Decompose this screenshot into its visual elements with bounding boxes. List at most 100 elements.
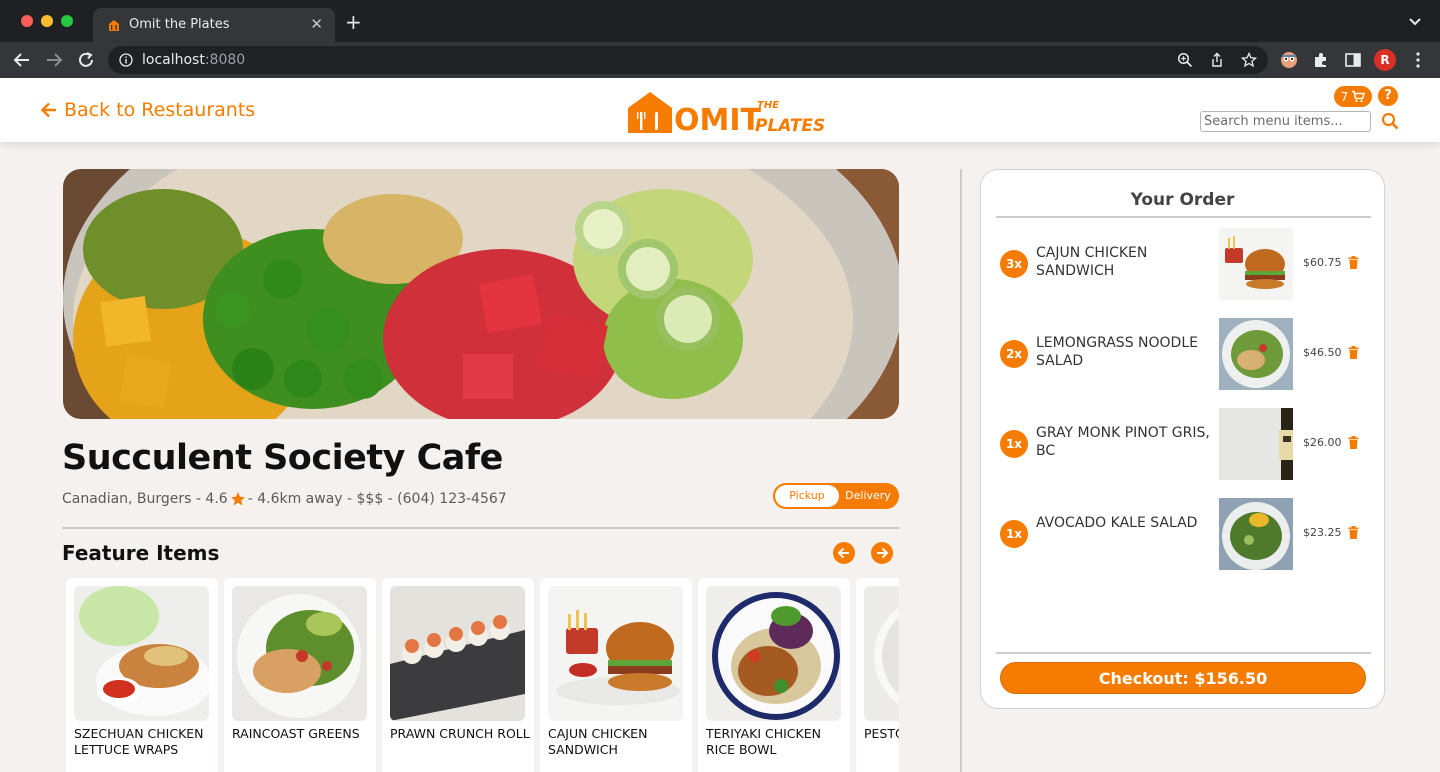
restaurant-meta: Canadian, Burgers - 4.6 - 4.6km away - $…: [62, 491, 507, 507]
trash-icon[interactable]: [1348, 526, 1359, 539]
search-icon[interactable]: [1381, 112, 1399, 130]
feature-item-card[interactable]: CAJUN CHICKEN SANDWICH: [540, 578, 692, 772]
extensions-puzzle-icon[interactable]: [1311, 50, 1331, 70]
zoom-icon[interactable]: [1177, 52, 1193, 68]
address-bar[interactable]: localhost:8080: [108, 46, 1268, 74]
feature-item-label: PESTO QUES: [864, 726, 899, 741]
order-item-name: GRAY MONK PINOT GRIS, BC: [1036, 425, 1210, 459]
feature-item-card[interactable]: PESTO QUES: [856, 578, 899, 772]
side-panel-icon[interactable]: [1343, 50, 1363, 70]
feature-item-label: SZECHUAN CHICKEN LETTUCE WRAPS: [74, 726, 204, 757]
feature-item-label: RAINCOAST GREENS: [232, 726, 360, 741]
order-title: Your Order: [1130, 190, 1235, 210]
tab-close-icon[interactable]: ✕: [310, 15, 323, 33]
order-item-image: [1219, 228, 1293, 300]
browser-toolbar: localhost:8080 R: [0, 42, 1440, 78]
order-divider-bottom: [996, 652, 1371, 654]
tab-search-chevron-icon[interactable]: [1408, 14, 1422, 28]
back-arrow-icon[interactable]: [12, 50, 32, 70]
order-item-name: LEMONGRASS NOODLE SALAD: [1036, 335, 1198, 369]
column-divider: [960, 169, 962, 772]
feature-item-card[interactable]: TERIYAKI CHICKEN RICE BOWL: [698, 578, 850, 772]
feature-item-image: [390, 586, 525, 721]
window-zoom-button[interactable]: [61, 15, 73, 27]
order-item-name: CAJUN CHICKEN SANDWICH: [1036, 245, 1148, 279]
trash-icon[interactable]: [1348, 436, 1359, 449]
arrow-left-icon: [837, 547, 849, 559]
cart-icon: [1352, 90, 1366, 103]
profile-avatar[interactable]: R: [1374, 49, 1396, 71]
arrow-right-icon: [877, 547, 889, 559]
feature-item-card[interactable]: RAINCOAST GREENS: [224, 578, 376, 772]
browser-tab-active[interactable]: Omit the Plates ✕: [93, 8, 335, 42]
rating-star-icon: [230, 492, 245, 506]
restaurant-name: Succulent Society Cafe: [62, 438, 503, 478]
section-divider: [62, 527, 899, 529]
restaurant-meta-cuisine-rating: Canadian, Burgers - 4.6: [62, 491, 228, 507]
carousel-prev-button[interactable]: [833, 542, 855, 564]
restaurant-hero-image: [63, 169, 899, 419]
feature-item-label: CAJUN CHICKEN SANDWICH: [548, 726, 648, 757]
browser-menu-kebab-icon[interactable]: [1408, 50, 1428, 70]
order-item-quantity[interactable]: 1x: [1000, 520, 1028, 548]
app-header: Back to Restaurants OMIT THE PLATES 7 ?: [0, 78, 1440, 142]
reload-icon[interactable]: [76, 50, 96, 70]
cart-button[interactable]: 7: [1334, 86, 1372, 107]
trash-icon[interactable]: [1348, 256, 1359, 269]
order-item-quantity[interactable]: 3x: [1000, 250, 1028, 278]
logo-plates-text: PLATES: [755, 116, 825, 136]
order-divider: [996, 216, 1371, 218]
checkout-button[interactable]: Checkout: $156.50: [1000, 662, 1366, 694]
search-menu-input[interactable]: [1200, 111, 1371, 132]
order-item-name: AVOCADO KALE SALAD: [1036, 515, 1198, 531]
new-tab-button[interactable]: +: [345, 12, 362, 32]
order-item-row: 2x LEMONGRASS NOODLE SALAD $46.50: [981, 318, 1384, 390]
logo-omit-text: OMIT: [674, 103, 762, 136]
tab-title: Omit the Plates: [129, 17, 230, 32]
feature-item-image: [706, 586, 841, 721]
order-item-price: $23.25: [1303, 526, 1342, 539]
url-text: localhost:8080: [142, 52, 246, 68]
feature-item-image: [548, 586, 683, 721]
feature-items-carousel[interactable]: SZECHUAN CHICKEN LETTUCE WRAPS RAINCOAST…: [63, 578, 899, 772]
cart-count: 7: [1340, 89, 1349, 104]
order-item-row: 3x CAJUN CHICKEN SANDWICH $60.75: [981, 228, 1384, 300]
restaurant-favicon-icon: [109, 20, 119, 31]
feature-item-label: TERIYAKI CHICKEN RICE BOWL: [706, 726, 821, 757]
extension-character-icon[interactable]: [1279, 50, 1299, 70]
toggle-delivery-option[interactable]: Delivery: [839, 485, 897, 507]
bookmark-star-icon[interactable]: [1241, 52, 1257, 68]
feature-item-label: PRAWN CRUNCH ROLL: [390, 726, 530, 741]
order-item-price: $60.75: [1303, 256, 1342, 269]
site-info-icon[interactable]: [119, 53, 133, 67]
pickup-delivery-toggle[interactable]: Pickup Delivery: [773, 483, 899, 509]
window-close-button[interactable]: [21, 15, 33, 27]
arrow-left-icon: [40, 102, 56, 118]
order-item-quantity[interactable]: 1x: [1000, 430, 1028, 458]
trash-icon[interactable]: [1348, 346, 1359, 359]
order-item-row: 1x GRAY MONK PINOT GRIS, BC $26.00: [981, 408, 1384, 480]
feature-item-image: [232, 586, 367, 721]
forward-arrow-icon[interactable]: [44, 50, 64, 70]
order-item-image: [1219, 408, 1293, 480]
browser-tab-strip: Omit the Plates ✕ +: [0, 0, 1440, 42]
window-minimize-button[interactable]: [41, 15, 53, 27]
feature-item-image: [864, 586, 899, 721]
toggle-pickup-option[interactable]: Pickup: [775, 485, 839, 507]
order-item-image: [1219, 498, 1293, 570]
feature-item-card[interactable]: PRAWN CRUNCH ROLL: [382, 578, 534, 772]
order-item-quantity[interactable]: 2x: [1000, 340, 1028, 368]
omit-the-plates-logo[interactable]: OMIT THE PLATES: [626, 88, 826, 136]
carousel-next-button[interactable]: [871, 542, 893, 564]
order-item-price: $26.00: [1303, 436, 1342, 449]
back-to-restaurants-link[interactable]: Back to Restaurants: [40, 99, 255, 121]
feature-item-image: [74, 586, 209, 721]
order-panel: Your Order 3x CAJUN CHICKEN SANDWICH $60…: [980, 169, 1385, 709]
back-link-label: Back to Restaurants: [64, 99, 256, 121]
feature-item-card[interactable]: SZECHUAN CHICKEN LETTUCE WRAPS: [66, 578, 218, 772]
order-item-price: $46.50: [1303, 346, 1342, 359]
order-item-image: [1219, 318, 1293, 390]
restaurant-meta-details: - 4.6km away - $$$ - (604) 123-4567: [247, 491, 507, 507]
help-button[interactable]: ?: [1378, 86, 1398, 106]
share-icon[interactable]: [1209, 52, 1225, 68]
